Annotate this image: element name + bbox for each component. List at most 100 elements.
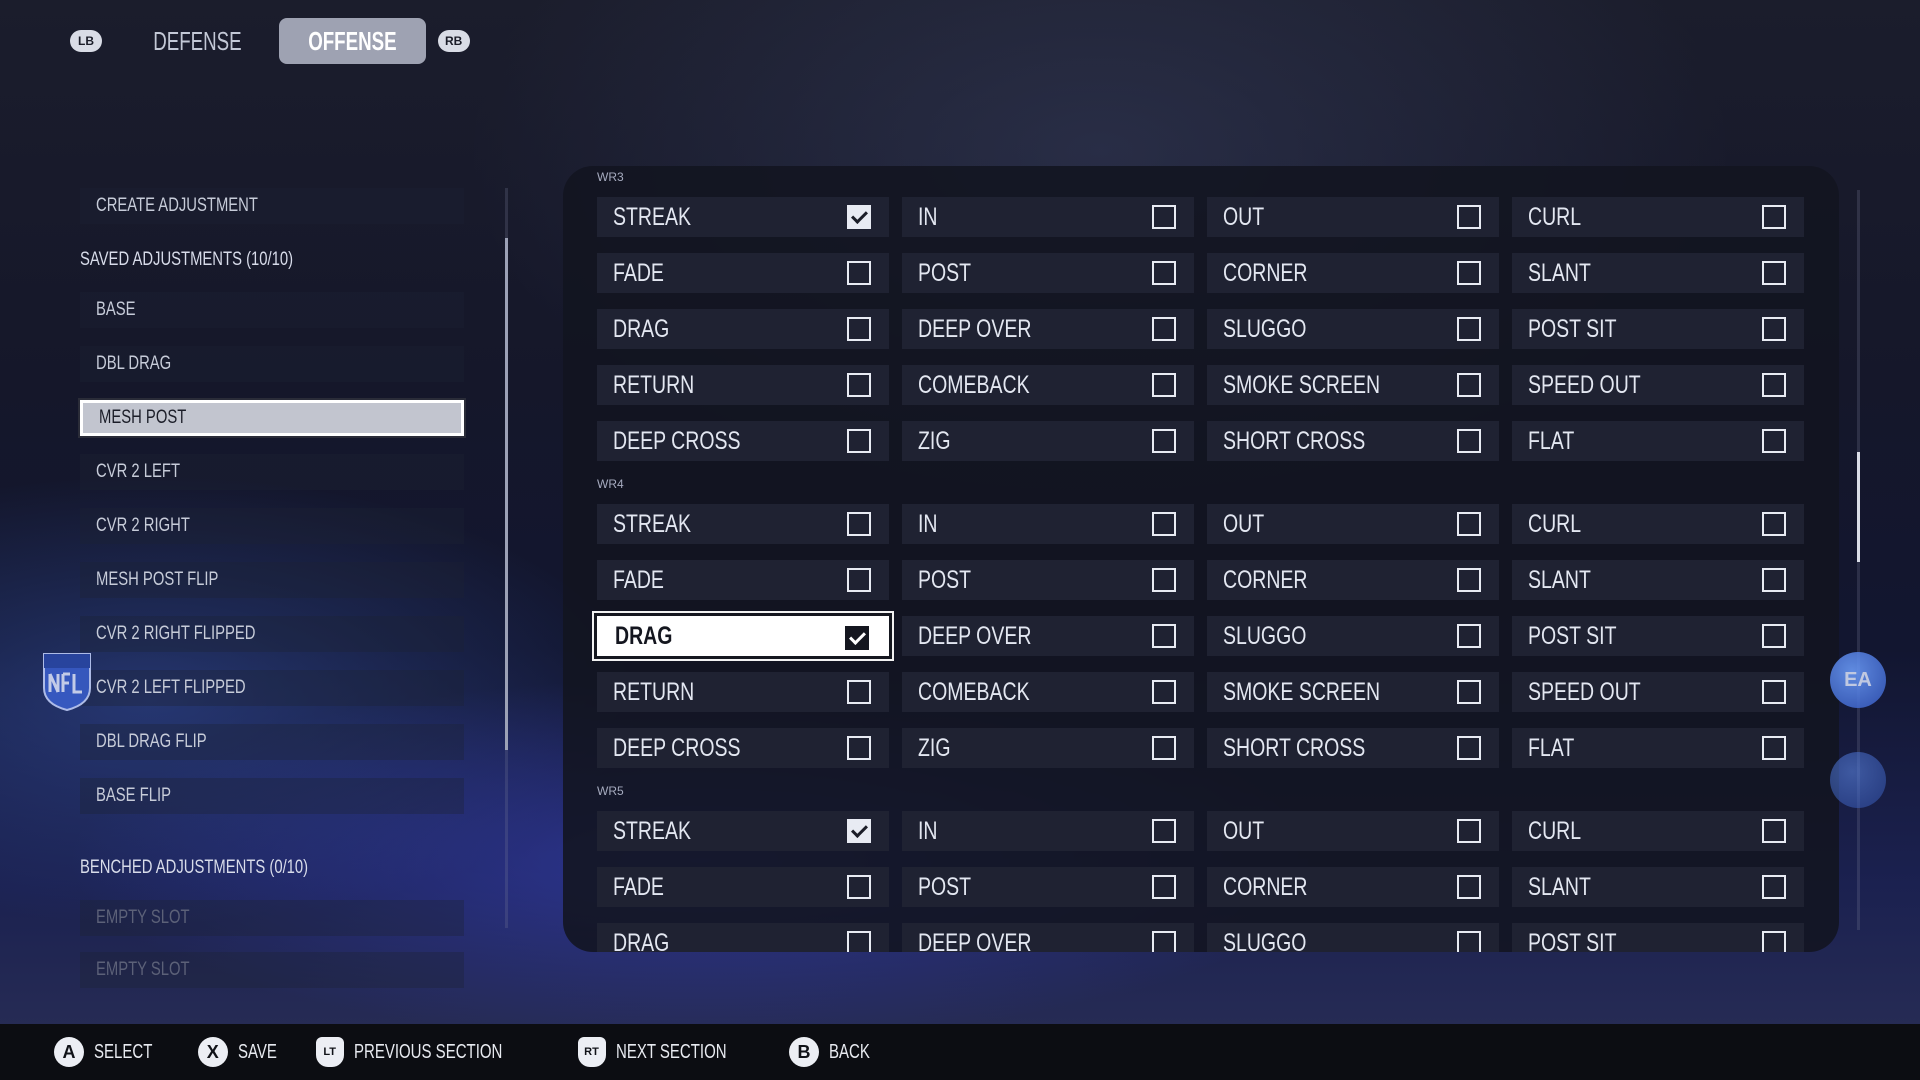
checked-checkbox-icon[interactable] (847, 205, 871, 229)
saved-adjustment-item[interactable]: MESH POST FLIP (80, 562, 464, 598)
unchecked-checkbox-icon[interactable] (1762, 512, 1786, 536)
route-option-wr3-out[interactable]: OUT (1207, 197, 1499, 237)
route-option-wr5-out[interactable]: OUT (1207, 811, 1499, 851)
route-option-wr5-sluggo[interactable]: SLUGGO (1207, 923, 1499, 952)
unchecked-checkbox-icon[interactable] (847, 680, 871, 704)
unchecked-checkbox-icon[interactable] (847, 373, 871, 397)
checked-checkbox-icon[interactable] (847, 819, 871, 843)
route-option-wr3-post[interactable]: POST (902, 253, 1194, 293)
route-option-wr5-post[interactable]: POST (902, 867, 1194, 907)
route-option-wr3-return[interactable]: RETURN (597, 365, 889, 405)
unchecked-checkbox-icon[interactable] (1457, 624, 1481, 648)
route-option-wr5-fade[interactable]: FADE (597, 867, 889, 907)
benched-adjustment-slot[interactable]: EMPTY SLOT (80, 900, 464, 936)
unchecked-checkbox-icon[interactable] (1152, 429, 1176, 453)
unchecked-checkbox-icon[interactable] (1457, 512, 1481, 536)
unchecked-checkbox-icon[interactable] (1152, 624, 1176, 648)
unchecked-checkbox-icon[interactable] (847, 261, 871, 285)
saved-adjustment-item[interactable]: CVR 2 LEFT FLIPPED (80, 670, 464, 706)
route-option-wr5-post-sit[interactable]: POST SIT (1512, 923, 1804, 952)
hint-select[interactable]: A SELECT (54, 1037, 172, 1067)
unchecked-checkbox-icon[interactable] (1762, 875, 1786, 899)
saved-adjustment-item[interactable]: BASE (80, 292, 464, 328)
route-option-wr4-fade[interactable]: FADE (597, 560, 889, 600)
route-option-wr5-slant[interactable]: SLANT (1512, 867, 1804, 907)
route-option-wr4-return[interactable]: RETURN (597, 672, 889, 712)
unchecked-checkbox-icon[interactable] (1457, 680, 1481, 704)
saved-adjustment-item[interactable]: CVR 2 LEFT (80, 454, 464, 490)
route-option-wr4-corner[interactable]: CORNER (1207, 560, 1499, 600)
route-option-wr5-streak[interactable]: STREAK (597, 811, 889, 851)
unchecked-checkbox-icon[interactable] (1152, 736, 1176, 760)
unchecked-checkbox-icon[interactable] (1762, 680, 1786, 704)
lb-bumper-icon[interactable]: LB (70, 30, 102, 52)
route-option-wr3-speed-out[interactable]: SPEED OUT (1512, 365, 1804, 405)
unchecked-checkbox-icon[interactable] (1457, 317, 1481, 341)
route-option-wr3-deep-over[interactable]: DEEP OVER (902, 309, 1194, 349)
unchecked-checkbox-icon[interactable] (1152, 261, 1176, 285)
route-option-wr3-deep-cross[interactable]: DEEP CROSS (597, 421, 889, 461)
route-option-wr3-curl[interactable]: CURL (1512, 197, 1804, 237)
unchecked-checkbox-icon[interactable] (1457, 875, 1481, 899)
hint-back[interactable]: B BACK (788, 1037, 883, 1067)
unchecked-checkbox-icon[interactable] (1762, 931, 1786, 952)
unchecked-checkbox-icon[interactable] (1762, 429, 1786, 453)
route-option-wr3-flat[interactable]: FLAT (1512, 421, 1804, 461)
benched-adjustment-slot[interactable]: EMPTY SLOT (80, 952, 464, 988)
routes-scrollbar[interactable] (1857, 190, 1860, 930)
route-option-wr5-in[interactable]: IN (902, 811, 1194, 851)
route-option-wr3-corner[interactable]: CORNER (1207, 253, 1499, 293)
hint-next-section[interactable]: RT NEXT SECTION (577, 1037, 763, 1067)
hint-previous-section[interactable]: LT PREVIOUS SECTION (315, 1037, 552, 1067)
route-option-wr5-corner[interactable]: CORNER (1207, 867, 1499, 907)
saved-adjustment-item[interactable]: BASE FLIP (80, 778, 464, 814)
route-option-wr4-smoke-screen[interactable]: SMOKE SCREEN (1207, 672, 1499, 712)
route-option-wr4-out[interactable]: OUT (1207, 504, 1499, 544)
unchecked-checkbox-icon[interactable] (1457, 429, 1481, 453)
saved-adjustment-item[interactable]: DBL DRAG (80, 346, 464, 382)
route-option-wr4-deep-cross[interactable]: DEEP CROSS (597, 728, 889, 768)
unchecked-checkbox-icon[interactable] (1762, 261, 1786, 285)
route-option-wr4-flat[interactable]: FLAT (1512, 728, 1804, 768)
route-option-wr3-post-sit[interactable]: POST SIT (1512, 309, 1804, 349)
route-option-wr4-sluggo[interactable]: SLUGGO (1207, 616, 1499, 656)
tab-offense[interactable]: OFFENSE (278, 18, 426, 64)
create-adjustment-button[interactable]: CREATE ADJUSTMENT (80, 188, 464, 224)
route-option-wr4-in[interactable]: IN (902, 504, 1194, 544)
unchecked-checkbox-icon[interactable] (847, 931, 871, 952)
route-option-wr4-short-cross[interactable]: SHORT CROSS (1207, 728, 1499, 768)
unchecked-checkbox-icon[interactable] (1762, 373, 1786, 397)
unchecked-checkbox-icon[interactable] (1152, 568, 1176, 592)
route-option-wr4-speed-out[interactable]: SPEED OUT (1512, 672, 1804, 712)
route-option-wr3-streak[interactable]: STREAK (597, 197, 889, 237)
route-option-wr4-curl[interactable]: CURL (1512, 504, 1804, 544)
route-option-wr5-curl[interactable]: CURL (1512, 811, 1804, 851)
unchecked-checkbox-icon[interactable] (847, 875, 871, 899)
route-option-wr5-deep-over[interactable]: DEEP OVER (902, 923, 1194, 952)
route-option-wr3-short-cross[interactable]: SHORT CROSS (1207, 421, 1499, 461)
saved-adjustment-item[interactable]: CVR 2 RIGHT FLIPPED (80, 616, 464, 652)
unchecked-checkbox-icon[interactable] (1457, 205, 1481, 229)
route-option-wr3-fade[interactable]: FADE (597, 253, 889, 293)
checked-checkbox-icon[interactable] (845, 626, 869, 650)
left-scrollbar-thumb[interactable] (505, 238, 508, 750)
unchecked-checkbox-icon[interactable] (1457, 819, 1481, 843)
route-option-wr4-comeback[interactable]: COMEBACK (902, 672, 1194, 712)
unchecked-checkbox-icon[interactable] (1457, 736, 1481, 760)
unchecked-checkbox-icon[interactable] (1762, 568, 1786, 592)
route-option-wr5-drag[interactable]: DRAG (597, 923, 889, 952)
unchecked-checkbox-icon[interactable] (1762, 736, 1786, 760)
unchecked-checkbox-icon[interactable] (1457, 568, 1481, 592)
unchecked-checkbox-icon[interactable] (1762, 624, 1786, 648)
unchecked-checkbox-icon[interactable] (1152, 205, 1176, 229)
route-option-wr3-zig[interactable]: ZIG (902, 421, 1194, 461)
route-option-wr4-drag[interactable]: DRAG (597, 616, 889, 656)
left-scrollbar[interactable] (505, 188, 508, 928)
route-option-wr3-in[interactable]: IN (902, 197, 1194, 237)
route-option-wr3-slant[interactable]: SLANT (1512, 253, 1804, 293)
unchecked-checkbox-icon[interactable] (1152, 373, 1176, 397)
unchecked-checkbox-icon[interactable] (1152, 512, 1176, 536)
route-option-wr3-smoke-screen[interactable]: SMOKE SCREEN (1207, 365, 1499, 405)
saved-adjustment-item[interactable]: DBL DRAG FLIP (80, 724, 464, 760)
unchecked-checkbox-icon[interactable] (847, 512, 871, 536)
